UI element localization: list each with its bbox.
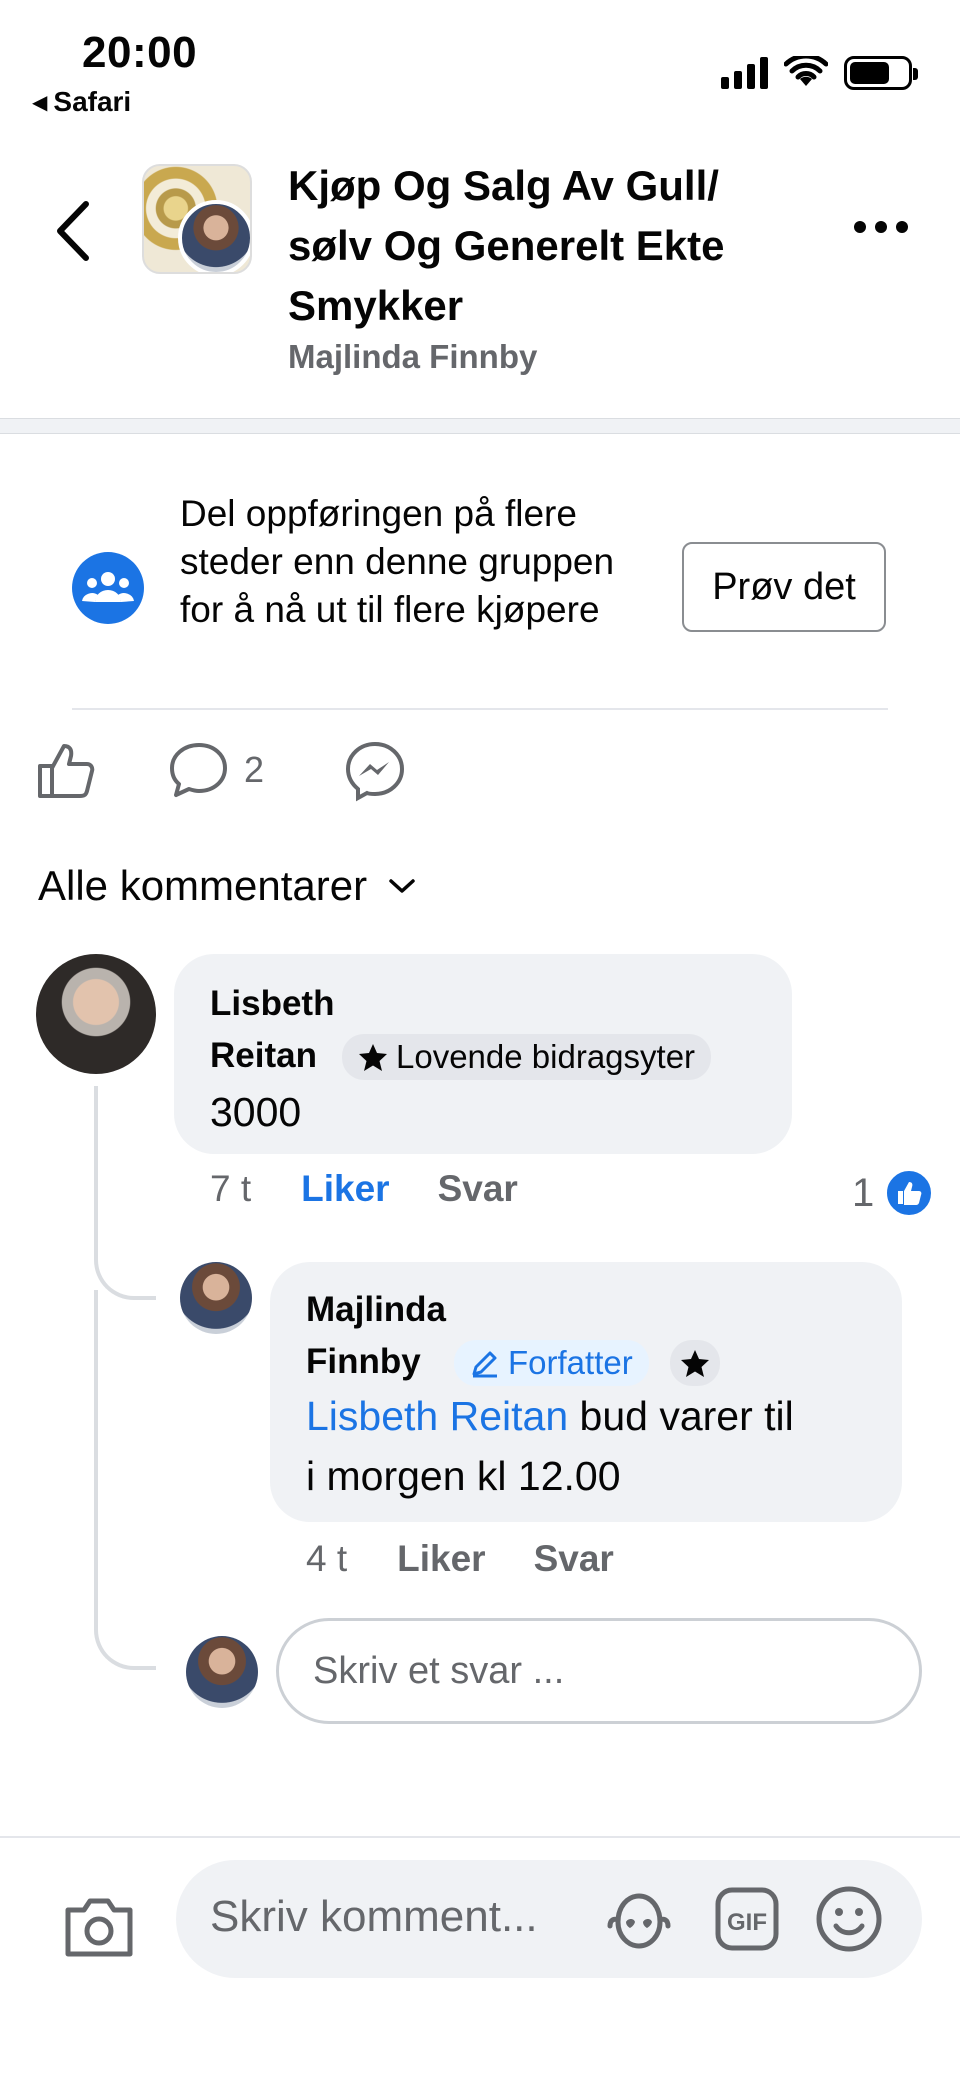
comment-bubble[interactable]: Lisbeth Reitan Lovende bidragsyter 3000 xyxy=(174,954,792,1154)
avatar[interactable] xyxy=(36,954,156,1074)
messenger-icon xyxy=(345,741,405,802)
reaction-count[interactable]: 1 xyxy=(852,1168,935,1218)
avatar[interactable] xyxy=(180,1262,252,1334)
badge-label: Forfatter xyxy=(508,1344,633,1381)
like-button[interactable] xyxy=(36,740,96,800)
comment-composer: Skriv komment... GIF xyxy=(0,1836,960,2079)
svg-text:GIF: GIF xyxy=(727,1909,767,1936)
more-icon[interactable] xyxy=(854,212,914,242)
author-avatar xyxy=(178,200,250,272)
comment-time: 7 t xyxy=(210,1168,252,1209)
comment-time: 4 t xyxy=(306,1538,348,1579)
try-it-button[interactable]: Prøv det xyxy=(682,542,886,632)
avatar-sticker-icon[interactable] xyxy=(602,1882,676,1956)
comment-placeholder: Skriv komment... xyxy=(210,1892,538,1941)
group-icon xyxy=(72,552,144,624)
comment-text: 3000 xyxy=(210,1089,302,1135)
reply-button[interactable]: Svar xyxy=(534,1538,614,1580)
back-chevron-icon[interactable] xyxy=(48,196,98,266)
mention-link[interactable]: Lisbeth Reitan xyxy=(306,1393,568,1439)
emoji-icon[interactable] xyxy=(812,1882,886,1956)
contributor-badge: Lovende bidragsyter xyxy=(342,1034,712,1080)
comments-filter-label: Alle kommentarer xyxy=(38,862,368,909)
badge-label: Lovende bidragsyter xyxy=(396,1038,696,1075)
like-comment-button[interactable]: Liker xyxy=(301,1168,389,1210)
thread-line xyxy=(94,1290,156,1670)
group-title[interactable]: Kjøp Og Salg Av Gull/ sølv Og Generelt E… xyxy=(288,156,808,336)
post-header: Kjøp Og Salg Av Gull/ sølv Og Generelt E… xyxy=(0,150,960,420)
commenter-name[interactable]: Finnby xyxy=(306,1336,421,1388)
comment-text: Lisbeth Reitan bud varer til xyxy=(306,1386,794,1446)
author-badge: Forfatter xyxy=(454,1340,649,1386)
divider xyxy=(72,708,888,710)
reaction-count-value: 1 xyxy=(852,1170,875,1215)
back-triangle-icon: ◀ xyxy=(32,91,48,114)
share-promo: Del oppføringen på flere steder enn denn… xyxy=(0,434,960,710)
action-row: 2 xyxy=(0,740,960,830)
commenter-name[interactable]: Lisbeth xyxy=(210,978,334,1030)
avatar xyxy=(186,1636,258,1708)
section-divider xyxy=(0,418,960,434)
status-time: 20:00 xyxy=(82,28,198,77)
star-icon xyxy=(359,1044,387,1071)
star-icon xyxy=(681,1350,709,1377)
comment-meta: 4 t Liker Svar xyxy=(306,1538,614,1580)
commenter-name[interactable]: Reitan xyxy=(210,1030,317,1082)
status-bar: 20:00 ◀ Safari xyxy=(0,0,960,140)
thread-line xyxy=(94,1086,156,1300)
comment-text: i morgen kl 12.00 xyxy=(306,1453,621,1499)
comment-text-part: bud varer til xyxy=(568,1393,794,1439)
gif-icon[interactable]: GIF xyxy=(710,1882,784,1956)
send-messenger-button[interactable] xyxy=(344,740,406,802)
reply-placeholder: Skriv et svar ... xyxy=(313,1649,565,1692)
reply-button[interactable]: Svar xyxy=(438,1168,518,1210)
pencil-icon xyxy=(472,1351,497,1378)
camera-icon[interactable] xyxy=(62,1894,136,1960)
comment-icon xyxy=(170,743,227,797)
group-thumbnail[interactable] xyxy=(142,164,252,274)
comment-meta: 7 t Liker Svar xyxy=(210,1168,518,1210)
comment-button[interactable]: 2 xyxy=(168,740,264,800)
back-to-safari[interactable]: ◀ Safari xyxy=(32,86,131,118)
commenter-name[interactable]: Majlinda xyxy=(306,1284,446,1336)
chevron-down-icon xyxy=(389,879,415,893)
back-app-label: Safari xyxy=(53,86,132,117)
comment-input[interactable]: Skriv komment... GIF xyxy=(176,1860,922,1978)
status-icons xyxy=(721,56,918,90)
like-icon xyxy=(38,744,95,798)
like-reaction-icon xyxy=(884,1168,935,1218)
signal-icon xyxy=(721,57,768,89)
wifi-icon xyxy=(784,56,828,86)
comment-count: 2 xyxy=(244,749,265,790)
reply-input[interactable]: Skriv et svar ... xyxy=(276,1618,922,1724)
author-name[interactable]: Majlinda Finnby xyxy=(288,338,537,376)
like-comment-button[interactable]: Liker xyxy=(397,1538,485,1580)
contributor-badge xyxy=(670,1340,720,1386)
comments-filter[interactable]: Alle kommentarer xyxy=(38,862,417,910)
promo-text: Del oppføringen på flere steder enn denn… xyxy=(180,493,615,630)
comment-bubble[interactable]: Majlinda Finnby Forfatter Lisbeth Reitan… xyxy=(270,1262,902,1522)
battery-icon xyxy=(844,56,918,90)
